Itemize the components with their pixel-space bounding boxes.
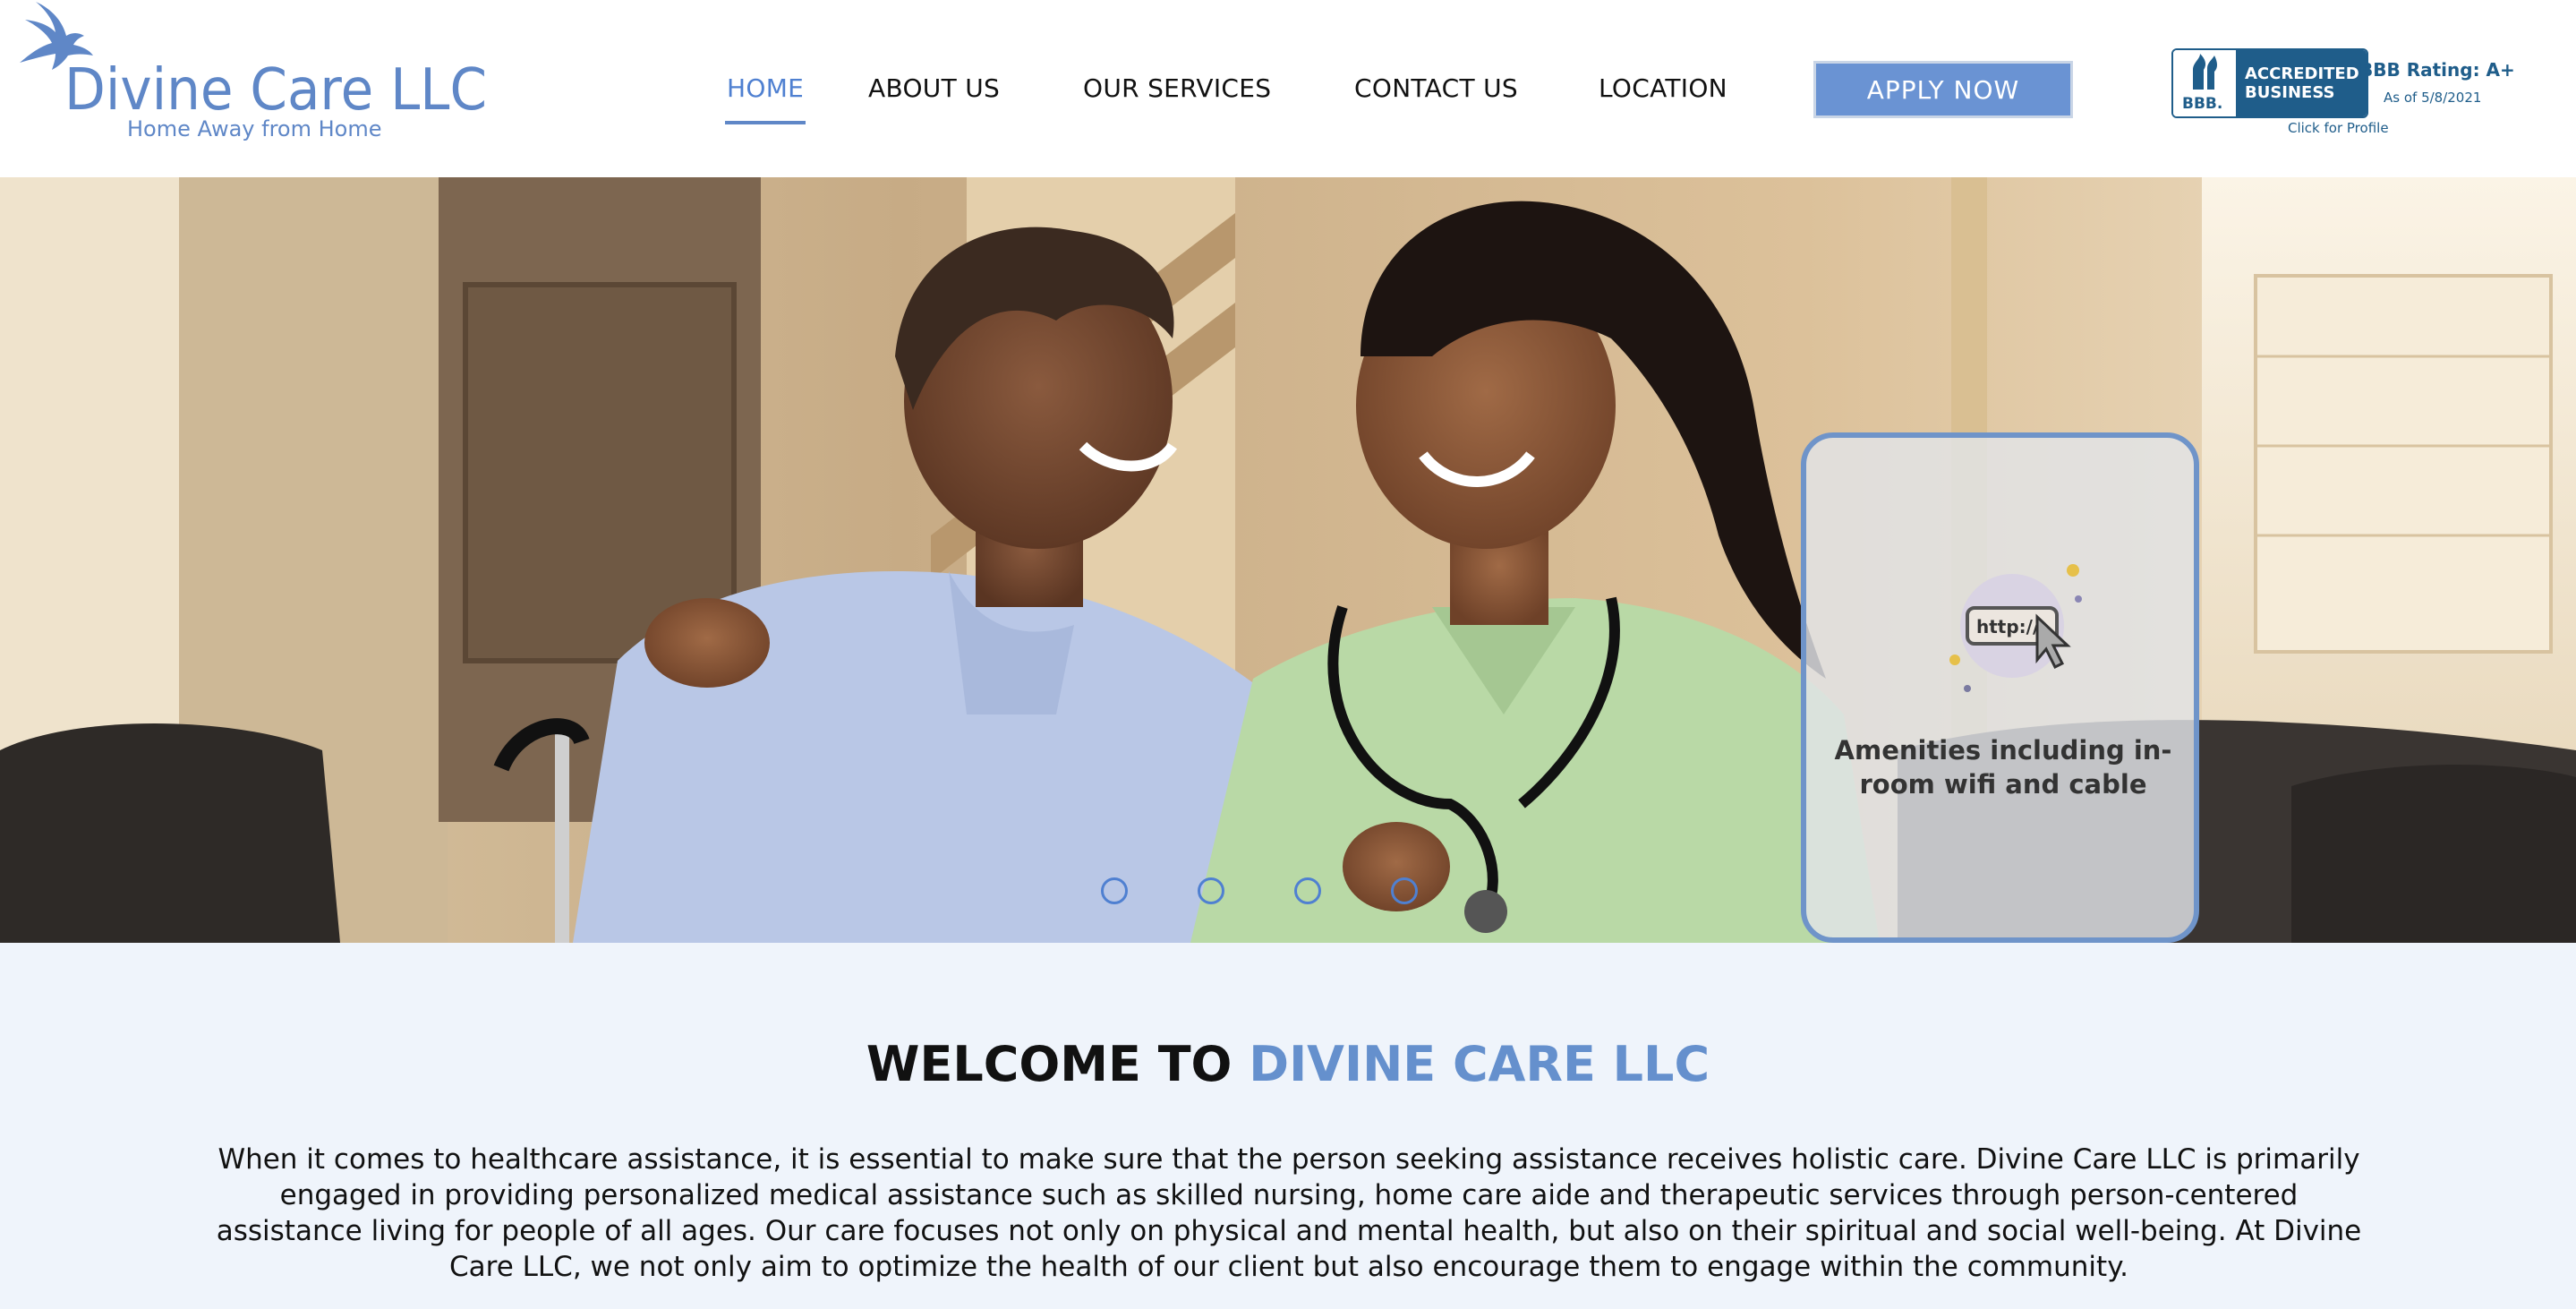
brand-tagline: Home Away from Home bbox=[127, 116, 382, 141]
welcome-heading: WELCOME TO DIVINE CARE LLC bbox=[0, 1036, 2576, 1092]
welcome-heading-prefix: WELCOME TO bbox=[866, 1036, 1250, 1092]
carousel-dot-2[interactable] bbox=[1198, 877, 1224, 904]
nav-about-us[interactable]: ABOUT US bbox=[868, 73, 1000, 103]
carousel-dot-3[interactable] bbox=[1294, 877, 1321, 904]
brand-name: Divine Care LLC bbox=[64, 57, 488, 124]
bbb-rating: BBB Rating: A+ bbox=[2359, 59, 2515, 81]
bbb-accredited-label: ACCREDITED BUSINESS bbox=[2236, 50, 2367, 116]
welcome-paragraph: When it comes to healthcare assistance, … bbox=[216, 1143, 2362, 1283]
bbb-torch-icon: BBB. bbox=[2173, 50, 2236, 116]
amenity-card-text: Amenities including in-room wifi and cab… bbox=[1834, 735, 2172, 800]
bbb-accredited-line1: ACCREDITED bbox=[2245, 64, 2359, 83]
welcome-section: WELCOME TO DIVINE CARE LLC When it comes… bbox=[0, 943, 2576, 1309]
bbb-seal-box: BBB. ACCREDITED BUSINESS bbox=[2171, 48, 2368, 118]
bbb-profile-link[interactable]: Click for Profile bbox=[2288, 120, 2389, 136]
nav-location[interactable]: LOCATION bbox=[1599, 73, 1727, 103]
site-logo[interactable]: Divine Care LLC Home Away from Home bbox=[13, 0, 487, 152]
bbb-accreditation-badge[interactable]: BBB. ACCREDITED BUSINESS BBB Rating: A+ … bbox=[2171, 48, 2529, 141]
nav-active-indicator bbox=[725, 121, 806, 124]
hero-carousel[interactable]: http:// Amenities including in-room wifi… bbox=[0, 177, 2576, 943]
apply-now-button[interactable]: APPLY NOW bbox=[1813, 61, 2073, 118]
bbb-rating-date: As of 5/8/2021 bbox=[2384, 90, 2482, 106]
wifi-url-icon: http:// bbox=[1949, 564, 2082, 692]
welcome-heading-brand: DIVINE CARE LLC bbox=[1249, 1036, 1710, 1092]
site-header: Divine Care LLC Home Away from Home HOME… bbox=[0, 0, 2576, 177]
nav-contact-us[interactable]: CONTACT US bbox=[1354, 73, 1518, 103]
amenity-feature-card: http:// Amenities including in-room wifi… bbox=[1801, 432, 2199, 943]
bbb-accredited-line2: BUSINESS bbox=[2245, 83, 2335, 102]
card-icon-url-text: http:// bbox=[1976, 616, 2040, 637]
nav-home[interactable]: HOME bbox=[727, 73, 804, 103]
carousel-dot-4[interactable] bbox=[1391, 877, 1418, 904]
nav-our-services[interactable]: OUR SERVICES bbox=[1083, 73, 1271, 103]
bbb-flame-icon bbox=[2193, 54, 2217, 90]
bbb-seal-label: BBB. bbox=[2182, 95, 2223, 113]
carousel-dot-1[interactable] bbox=[1101, 877, 1128, 904]
